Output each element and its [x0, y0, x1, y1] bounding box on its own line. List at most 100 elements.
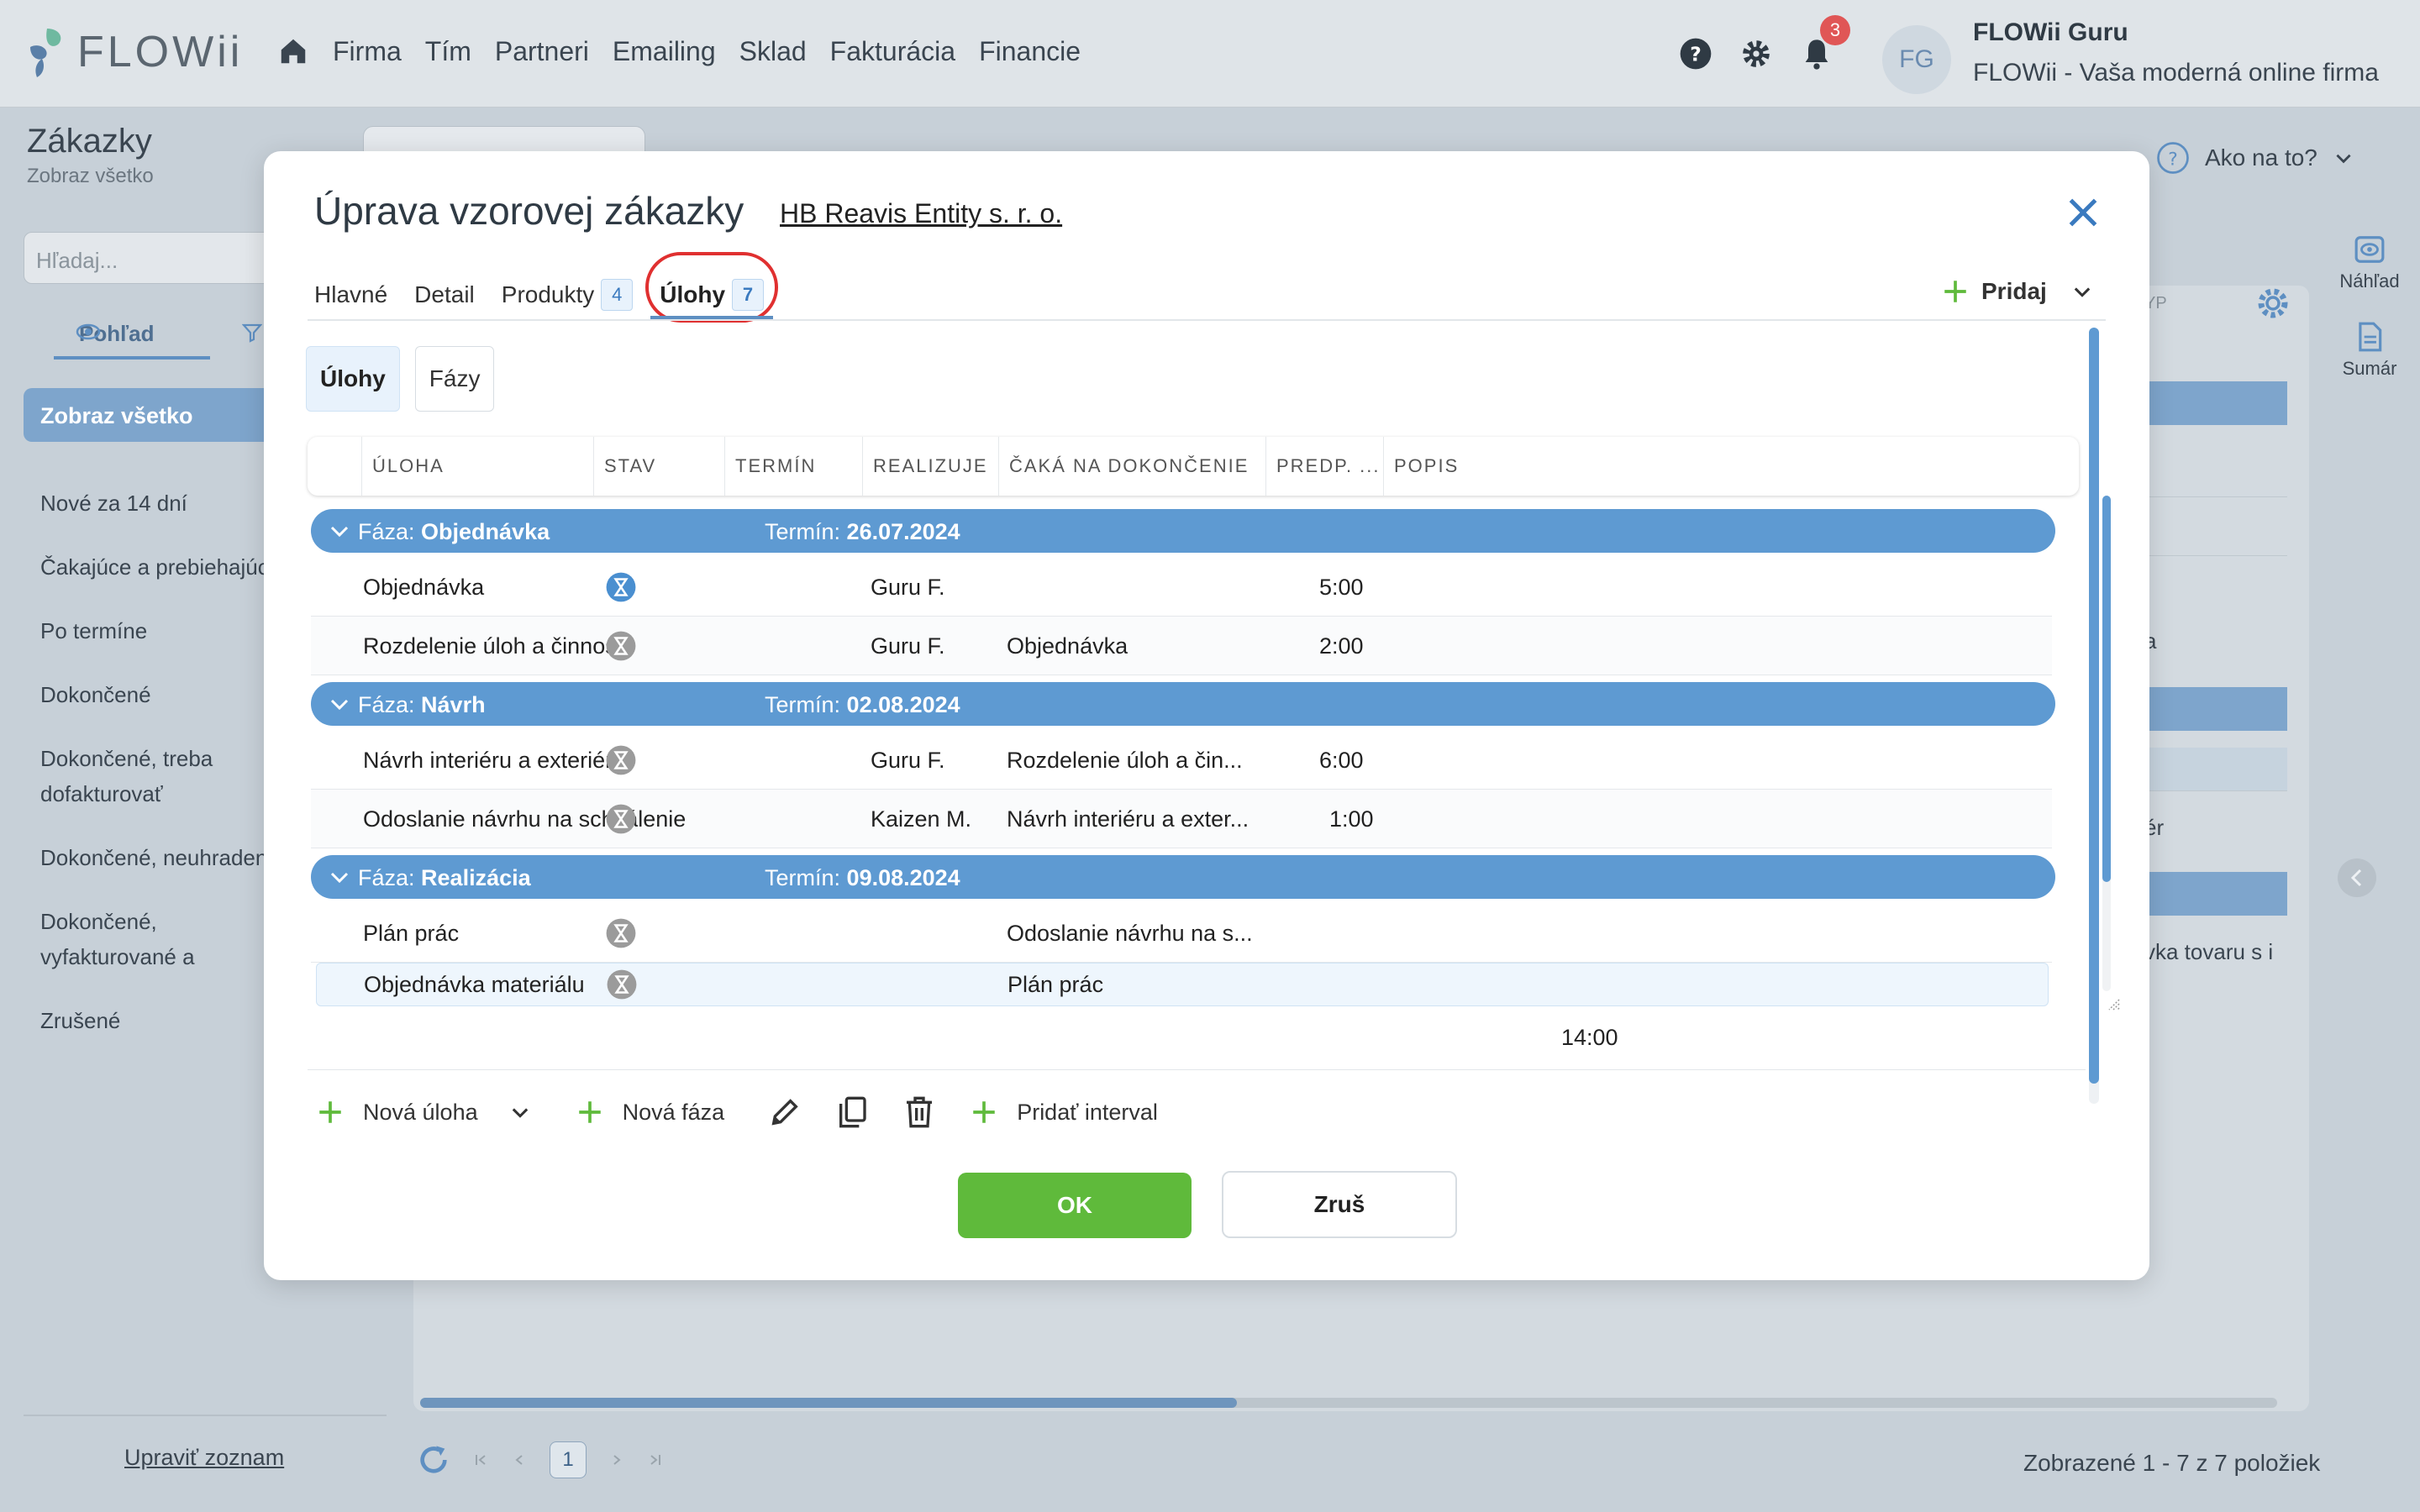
- tab-main[interactable]: Hlavné: [314, 274, 387, 316]
- flowii-logo-icon: [25, 25, 69, 79]
- filter-item[interactable]: Dokončené, neuhradené: [40, 840, 284, 875]
- preview-button[interactable]: Náhľad: [2319, 234, 2420, 292]
- refresh-icon[interactable]: [417, 1443, 450, 1477]
- nav-partneri[interactable]: Partneri: [495, 36, 589, 67]
- settings-gear-icon[interactable]: [1739, 37, 1773, 71]
- grid-vertical-scrollbar-thumb[interactable]: [2102, 496, 2111, 882]
- filter-item[interactable]: Nové za 14 dní: [40, 486, 284, 521]
- filter-item[interactable]: Dokončené, vyfakturované a zaplatené: [40, 904, 284, 974]
- resize-handle-icon[interactable]: [2104, 995, 2121, 1011]
- tasks-grid: ÚLOHA STAV TERMÍN REALIZUJE ČAKÁ NA DOKO…: [308, 437, 2120, 1158]
- plus-icon: [316, 1098, 345, 1126]
- nav-sklad[interactable]: Sklad: [739, 36, 807, 67]
- horizontal-scrollbar-thumb[interactable]: [420, 1398, 1237, 1408]
- chevron-down-icon[interactable]: [508, 1100, 532, 1124]
- delete-trash-icon[interactable]: [902, 1095, 936, 1129]
- highlight-annotation: [645, 252, 778, 323]
- nav-fakturacia[interactable]: Fakturácia: [830, 36, 955, 67]
- nav-emailing[interactable]: Emailing: [613, 36, 716, 67]
- filter-item[interactable]: Zrušené: [40, 1003, 284, 1038]
- hourglass-waiting-icon: [605, 917, 647, 948]
- avatar[interactable]: FG: [1882, 25, 1951, 94]
- task-estimate: 6:00: [1319, 748, 1364, 773]
- ok-button[interactable]: OK: [958, 1173, 1192, 1238]
- hourglass-waiting-icon: [605, 744, 647, 775]
- chevron-down-icon[interactable]: [329, 522, 350, 541]
- last-page-icon[interactable]: [647, 1452, 664, 1468]
- help-icon[interactable]: ?: [1679, 37, 1712, 71]
- column-header-waits-for[interactable]: ČAKÁ NA DOKONČENIE: [998, 437, 1265, 496]
- new-task-button[interactable]: Nová úloha: [316, 1098, 532, 1126]
- dialog-vertical-scrollbar[interactable]: [2089, 328, 2099, 1104]
- column-header-task[interactable]: ÚLOHA: [361, 437, 593, 496]
- tab-detail[interactable]: Detail: [414, 274, 475, 316]
- nav-firma[interactable]: Firma: [333, 36, 402, 67]
- phase-row[interactable]: Fáza: Návrh Termín: 02.08.2024: [311, 682, 2055, 726]
- phase-term: 26.07.2024: [846, 519, 960, 544]
- grid-settings-gear-icon[interactable]: [2255, 286, 2291, 321]
- add-interval-button[interactable]: Pridať interval: [970, 1098, 1158, 1126]
- table-row-selected[interactable]: Objednávka materiálu Plán prác: [316, 963, 2049, 1006]
- copy-icon[interactable]: [835, 1095, 869, 1129]
- total-estimate: 14:00: [1561, 1025, 1618, 1050]
- nav-tim[interactable]: Tím: [425, 36, 471, 67]
- chevron-down-icon[interactable]: [329, 869, 350, 887]
- filter-list: Nové za 14 dní Čakajúce a prebiehajúce P…: [40, 486, 284, 1067]
- bg-cell-text: vka tovaru s i: [2144, 939, 2274, 964]
- page-number[interactable]: 1: [550, 1441, 587, 1478]
- filter-item[interactable]: Dokončené, treba dofakturovať: [40, 741, 284, 811]
- grid-vertical-scrollbar[interactable]: [2102, 496, 2111, 991]
- help-how-to[interactable]: ? Ako na to?: [2156, 141, 2354, 175]
- filter-item[interactable]: Čakajúce a prebiehajúce: [40, 549, 284, 585]
- logo[interactable]: FLOWii: [25, 25, 243, 79]
- first-page-icon[interactable]: [472, 1452, 489, 1468]
- column-header-description[interactable]: POPIS: [1383, 437, 1551, 496]
- phase-row[interactable]: Fáza: Objednávka Termín: 26.07.2024: [311, 509, 2055, 553]
- table-row[interactable]: Návrh interiéru a exteriéru Guru F. Rozd…: [311, 731, 2052, 790]
- column-header-status[interactable]: STAV: [593, 437, 724, 496]
- phase-row[interactable]: Fáza: Realizácia Termín: 09.08.2024: [311, 855, 2055, 899]
- tabs-divider: [308, 319, 2106, 321]
- task-waits-for: Rozdelenie úloh a čin...: [1007, 748, 1243, 773]
- top-icons: ?: [1679, 37, 1833, 71]
- chevron-down-icon[interactable]: [329, 696, 350, 714]
- filter-item[interactable]: Po termíne: [40, 613, 284, 648]
- phase-term: 02.08.2024: [846, 692, 960, 717]
- table-row[interactable]: Rozdelenie úloh a činností Guru F. Objed…: [311, 617, 2052, 675]
- subtab-tasks[interactable]: Úlohy: [306, 346, 400, 412]
- task-name: Objednávka: [363, 575, 485, 600]
- tab-products[interactable]: Produkty 4: [502, 274, 634, 316]
- partner-link[interactable]: HB Reavis Entity s. r. o.: [780, 198, 1062, 229]
- cancel-button[interactable]: Zruš: [1222, 1171, 1457, 1238]
- table-row[interactable]: Odoslanie návrhu na schválenie Kaizen M.…: [311, 790, 2052, 848]
- filter-show-all[interactable]: Zobraz všetko: [24, 388, 292, 442]
- next-page-icon[interactable]: [608, 1452, 625, 1468]
- subtab-phases[interactable]: Fázy: [414, 346, 495, 412]
- column-header-assignee[interactable]: REALIZUJE: [862, 437, 998, 496]
- pager: 1: [417, 1441, 664, 1478]
- table-row[interactable]: Plán prác Odoslanie návrhu na s...: [311, 904, 2052, 963]
- prev-page-icon[interactable]: [511, 1452, 528, 1468]
- new-phase-button[interactable]: Nová fáza: [576, 1098, 724, 1126]
- nav-financie[interactable]: Financie: [979, 36, 1081, 67]
- add-button[interactable]: Pridaj: [1941, 277, 2094, 306]
- dialog-vertical-scrollbar-thumb[interactable]: [2089, 328, 2099, 1084]
- filter-item[interactable]: Dokončené: [40, 677, 284, 712]
- horizontal-scrollbar[interactable]: [420, 1398, 2277, 1408]
- edit-list-link[interactable]: Upraviť zoznam: [124, 1445, 284, 1471]
- close-icon[interactable]: [2062, 192, 2104, 234]
- task-assignee: Guru F.: [871, 748, 945, 773]
- table-row[interactable]: Objednávka Guru F. 5:00: [311, 558, 2052, 617]
- edit-pencil-icon[interactable]: [768, 1095, 802, 1129]
- filter-icon[interactable]: [242, 323, 262, 343]
- task-estimate: 2:00: [1319, 633, 1364, 659]
- column-header-estimate[interactable]: PREDP. ...: [1265, 437, 1383, 496]
- summary-button[interactable]: Sumár: [2319, 321, 2420, 380]
- task-name: Návrh interiéru a exteriéru: [363, 748, 626, 773]
- home-icon[interactable]: [277, 35, 309, 67]
- bg-row: [2148, 381, 2287, 425]
- collapse-arrow-button[interactable]: [2338, 858, 2376, 897]
- page-title: Zákazky: [27, 123, 152, 160]
- chevron-left-icon: [2350, 869, 2362, 887]
- search-input[interactable]: Hľadaj...: [24, 232, 276, 284]
